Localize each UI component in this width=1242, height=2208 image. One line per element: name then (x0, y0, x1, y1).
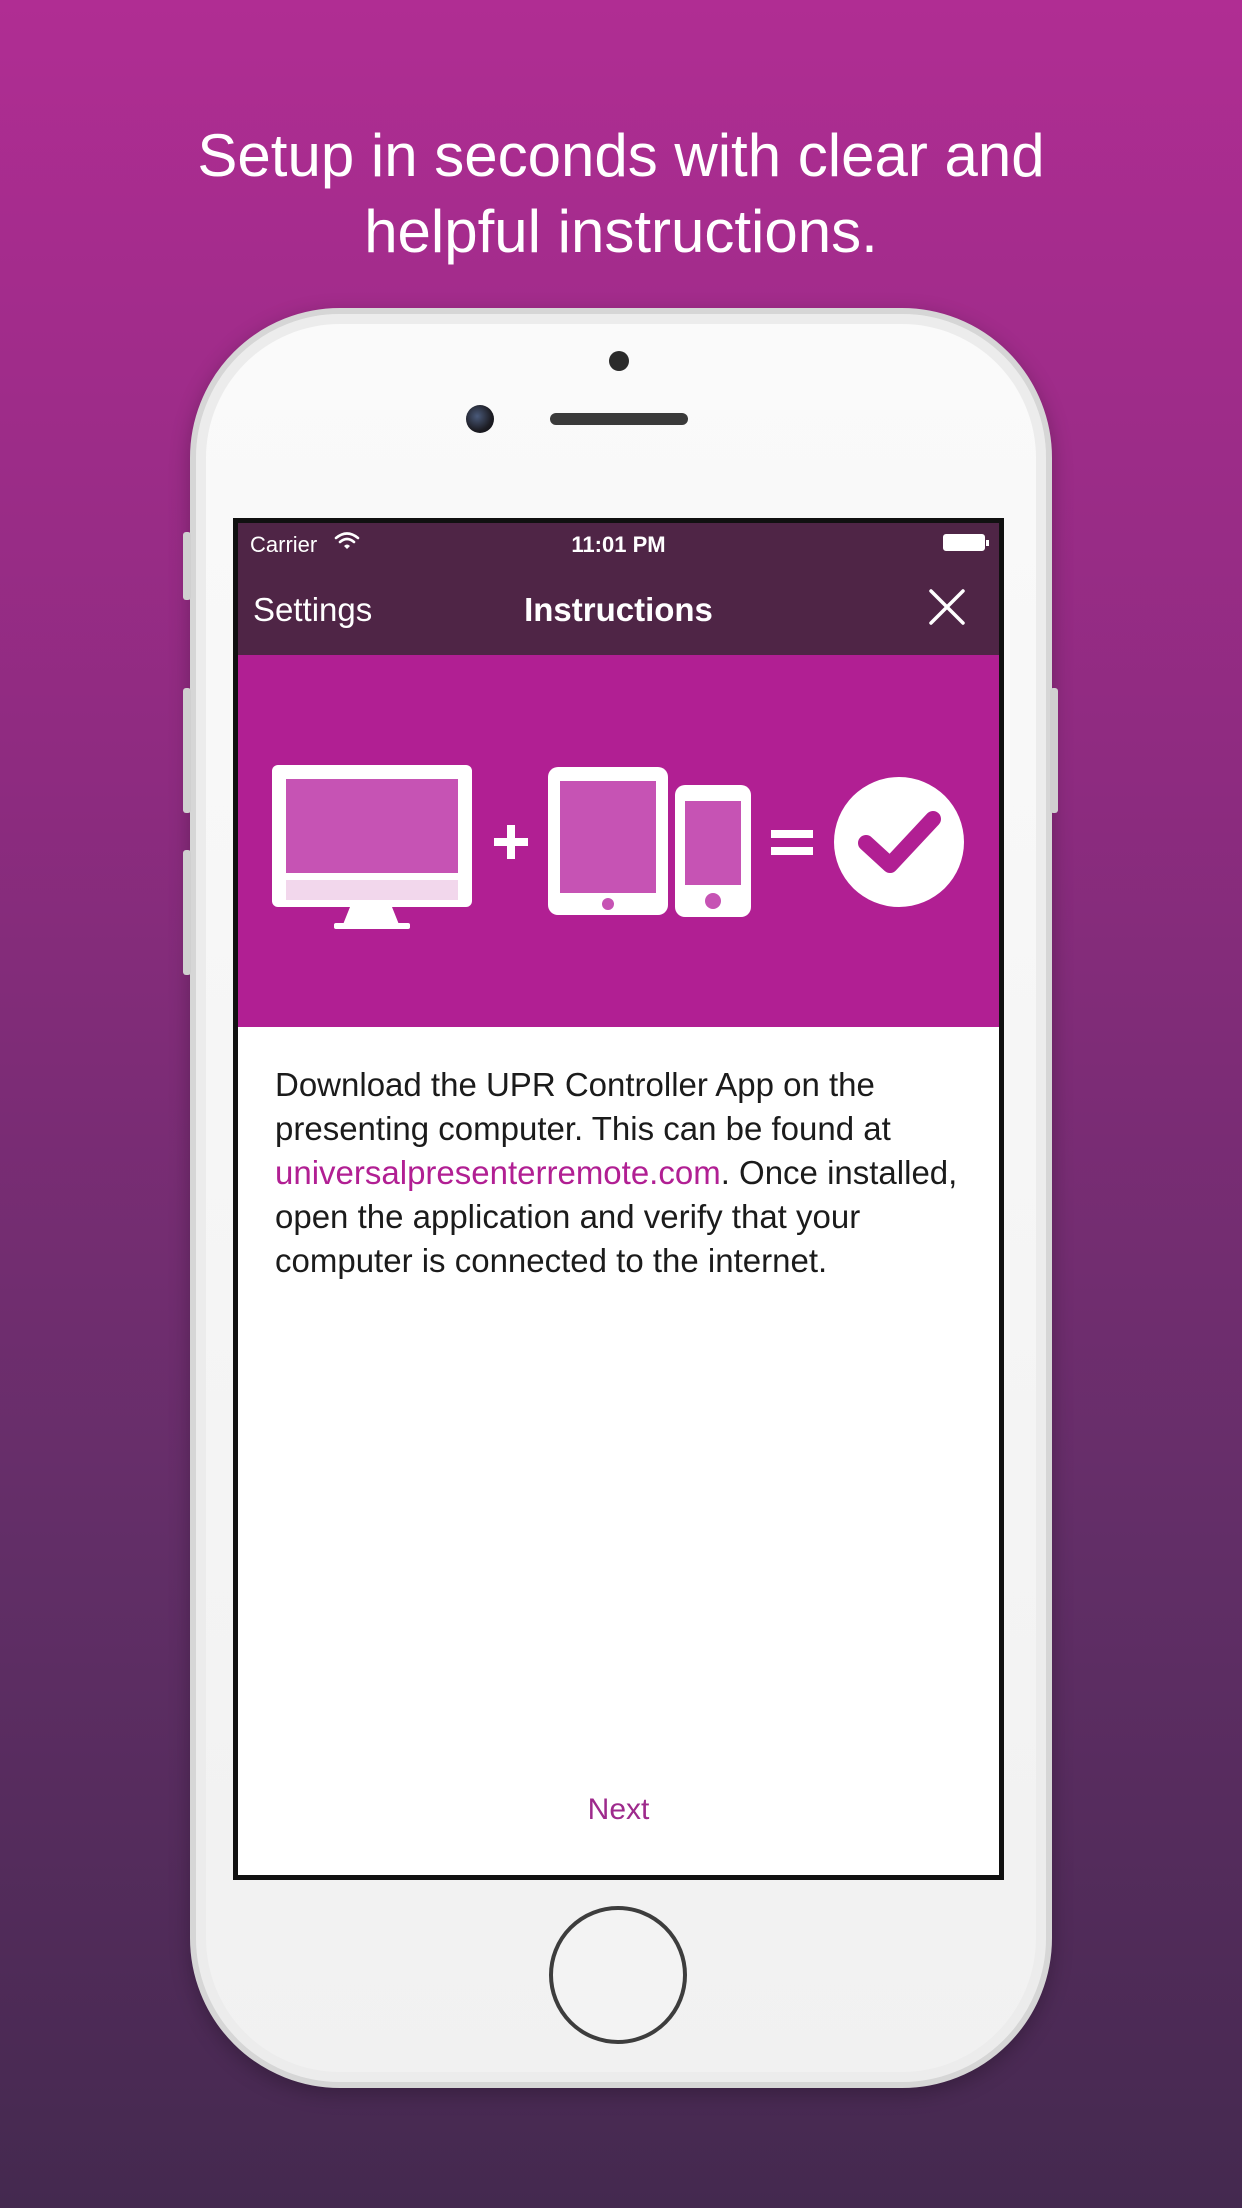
settings-button[interactable]: Settings (253, 591, 372, 629)
next-button[interactable]: Next (238, 1793, 999, 1827)
proximity-sensor (609, 351, 629, 371)
checkmark-circle-icon (834, 777, 964, 907)
website-link[interactable]: universalpresenterremote.com (275, 1154, 721, 1191)
plus-icon (494, 825, 528, 859)
headline-line-2: helpful instructions. (364, 198, 878, 265)
home-button[interactable] (549, 1906, 687, 2044)
desktop-computer-icon (272, 765, 472, 929)
close-icon[interactable] (925, 585, 969, 629)
equals-icon (771, 830, 813, 855)
front-camera (466, 405, 494, 433)
app-screen: Carrier 11:01 PM Settings Instructions D… (233, 518, 1004, 1880)
hero-illustration (238, 655, 999, 1027)
volume-down-button (183, 850, 191, 975)
volume-up-button (183, 688, 191, 813)
earpiece-speaker (550, 413, 688, 425)
status-time: 11:01 PM (571, 532, 666, 557)
navigation-bar: Settings Instructions (238, 563, 999, 655)
tablet-icon (548, 767, 668, 915)
phone-icon (675, 785, 751, 917)
headline: Setup in seconds with clear and helpful … (0, 118, 1242, 270)
battery-icon (943, 534, 989, 551)
headline-line-1: Setup in seconds with clear and (197, 122, 1045, 189)
instructions-text: Download the UPR Controller App on the p… (275, 1063, 975, 1283)
instructions-body-start: Download the UPR Controller App on the p… (275, 1066, 891, 1147)
mute-switch (183, 532, 191, 600)
setup-illustration (272, 765, 964, 929)
status-bar: Carrier 11:01 PM (238, 523, 999, 563)
power-button (1050, 688, 1058, 813)
